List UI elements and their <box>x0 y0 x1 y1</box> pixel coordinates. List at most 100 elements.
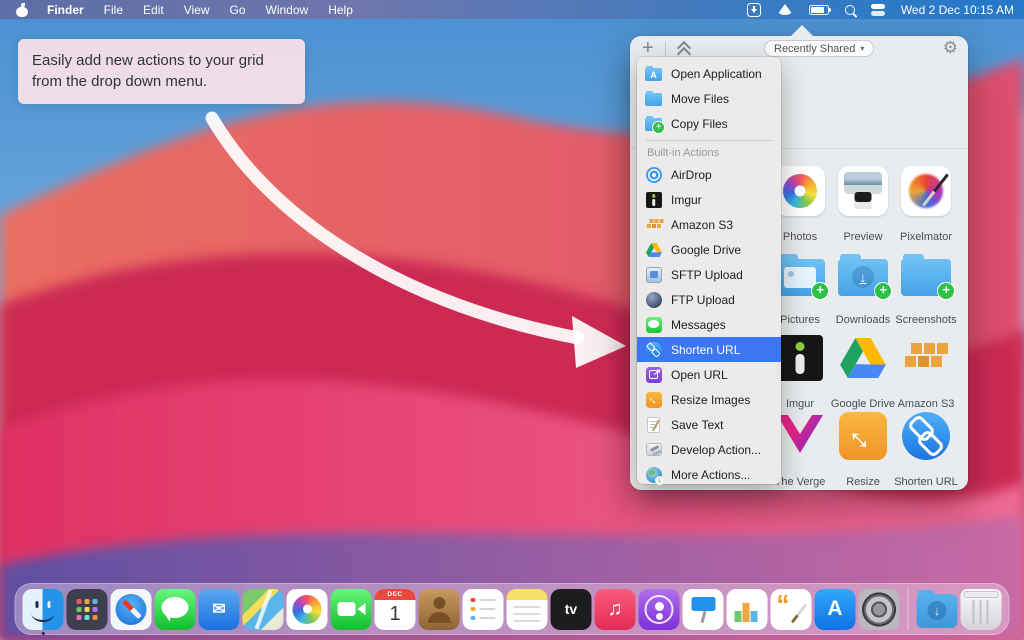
spotlight-search-icon[interactable] <box>845 5 855 15</box>
add-action-button[interactable]: + <box>642 38 654 58</box>
menu-item-develop-action[interactable]: Develop Action... <box>637 437 781 462</box>
menubar-item-view[interactable]: View <box>175 0 219 19</box>
menu-item-imgur[interactable]: Imgur <box>637 187 781 212</box>
grid-item-label: Preview <box>843 231 882 243</box>
dock-item-pages[interactable]: “ <box>771 589 812 630</box>
menu-item-label: Shorten URL <box>671 343 740 357</box>
menu-item-open-application[interactable]: A Open Application <box>637 61 781 86</box>
menu-item-google-drive[interactable]: Google Drive <box>637 237 781 262</box>
resize-icon <box>837 410 889 462</box>
apple-menu-icon[interactable] <box>16 3 28 17</box>
menu-section-header: Built-in Actions <box>637 144 781 162</box>
calendar-day-label: 1 <box>375 600 416 630</box>
amazon-s3-icon <box>645 216 662 233</box>
wifi-icon[interactable] <box>777 4 793 15</box>
app-store-a-icon: A <box>815 589 856 630</box>
menu-item-label: Copy Files <box>671 117 728 131</box>
dock-item-numbers[interactable] <box>727 589 768 630</box>
grid-item-resize[interactable]: Resize <box>832 410 894 488</box>
dock-item-maps[interactable] <box>243 589 284 630</box>
dock-item-downloads-folder[interactable]: ↓ <box>917 594 958 628</box>
menu-item-resize-images[interactable]: Resize Images <box>637 387 781 412</box>
menu-item-label: Move Files <box>671 92 729 106</box>
menubar-item-window[interactable]: Window <box>257 0 318 19</box>
dock-item-photos[interactable] <box>287 589 328 630</box>
dock-item-apple-tv[interactable]: tv <box>551 589 592 630</box>
the-verge-icon <box>774 410 826 462</box>
actions-dropdown-menu: A Open Application Move Files Copy Files… <box>637 57 781 484</box>
menu-item-label: Resize Images <box>671 393 750 407</box>
dock-item-safari[interactable] <box>111 589 152 630</box>
menu-item-open-url[interactable]: Open URL <box>637 362 781 387</box>
menubar-item-file[interactable]: File <box>95 0 132 19</box>
open-application-folder-icon: A <box>645 65 662 82</box>
imgur-icon <box>774 332 826 384</box>
menu-item-label: Imgur <box>671 193 702 207</box>
grid-item-label: Pixelmator <box>900 231 952 243</box>
dock-separator <box>908 588 909 630</box>
dock-item-trash[interactable] <box>961 589 1002 630</box>
dock-item-keynote[interactable] <box>683 589 724 630</box>
battery-icon[interactable] <box>809 5 829 15</box>
filter-dropdown[interactable]: Recently Shared ▾ <box>764 40 874 57</box>
menu-item-label: Open URL <box>671 368 728 382</box>
google-drive-icon <box>645 241 662 258</box>
menu-item-label: Save Text <box>671 418 723 432</box>
dock-item-reminders[interactable] <box>463 589 504 630</box>
dock-item-launchpad[interactable] <box>67 589 108 630</box>
menu-item-messages[interactable]: Messages <box>637 312 781 337</box>
menubar-app-name[interactable]: Finder <box>38 0 93 19</box>
settings-gear-icon[interactable]: ⚙ <box>943 38 958 58</box>
dock-item-messages[interactable] <box>155 589 196 630</box>
menu-item-sftp-upload[interactable]: SFTP Upload <box>637 262 781 287</box>
dock-item-system-preferences[interactable] <box>859 589 900 630</box>
dock-item-podcasts[interactable] <box>639 589 680 630</box>
calendar-month-label: DEC <box>375 589 416 600</box>
grid-item-google-drive[interactable]: Google Drive <box>832 332 894 410</box>
menu-item-copy-files[interactable]: Copy Files <box>637 111 781 136</box>
dock-item-music[interactable]: ♫ <box>595 589 636 630</box>
grid-item-shorten-url[interactable]: Shorten URL <box>895 410 957 488</box>
dock-item-facetime[interactable] <box>331 589 372 630</box>
menubar-item-edit[interactable]: Edit <box>134 0 173 19</box>
menu-item-airdrop[interactable]: AirDrop <box>637 162 781 187</box>
menu-item-amazon-s3[interactable]: Amazon S3 <box>637 212 781 237</box>
dock-item-calendar[interactable]: DEC 1 <box>375 589 416 630</box>
menu-item-label: More Actions... <box>671 468 750 482</box>
menu-item-move-files[interactable]: Move Files <box>637 86 781 111</box>
grid-item-downloads[interactable]: ↓ Downloads <box>832 248 894 326</box>
menu-item-shorten-url-selected[interactable]: Shorten URL <box>637 337 781 362</box>
menu-item-label: FTP Upload <box>671 293 735 307</box>
menu-item-save-text[interactable]: Save Text <box>637 412 781 437</box>
grid-item-amazon-s3[interactable]: Amazon S3 <box>895 332 957 410</box>
dock-item-notes[interactable] <box>507 589 548 630</box>
grid-item-pixelmator[interactable]: Pixelmator <box>895 165 957 243</box>
menu-item-ftp-upload[interactable]: FTP Upload <box>637 287 781 312</box>
dock-item-app-store[interactable]: A <box>815 589 856 630</box>
filter-label: Recently Shared <box>774 43 855 55</box>
collapse-chevrons-icon[interactable] <box>677 42 691 56</box>
menu-item-more-actions[interactable]: More Actions... <box>637 462 781 487</box>
tutorial-callout: Easily add new actions to your grid from… <box>18 39 305 104</box>
dock-item-mail[interactable]: ✉ <box>199 589 240 630</box>
toolbar-divider <box>665 42 666 56</box>
menubar-clock[interactable]: Wed 2 Dec 10:15 AM <box>901 3 1014 17</box>
grid-item-preview[interactable]: Preview <box>832 165 894 243</box>
grid-item-label: Imgur <box>786 398 814 410</box>
desktop: Finder File Edit View Go Window Help Wed… <box>0 0 1024 640</box>
copy-files-folder-icon <box>645 115 662 132</box>
dock-item-finder[interactable] <box>23 589 64 630</box>
control-center-icon[interactable] <box>871 4 885 16</box>
menu-item-label: Amazon S3 <box>671 218 733 232</box>
grid-item-label: Photos <box>783 231 817 243</box>
pages-quote-icon: “ <box>771 589 812 630</box>
dock-item-contacts[interactable] <box>419 589 460 630</box>
preview-icon <box>837 165 889 217</box>
grid-item-screenshots[interactable]: Screenshots <box>895 248 957 326</box>
menubar-item-help[interactable]: Help <box>319 0 362 19</box>
more-actions-icon <box>645 466 662 483</box>
pixelmator-icon <box>900 165 952 217</box>
menubar-item-go[interactable]: Go <box>221 0 255 19</box>
downloads-folder-icon: ↓ <box>837 248 889 300</box>
dropzone-menubar-icon[interactable] <box>747 3 761 17</box>
